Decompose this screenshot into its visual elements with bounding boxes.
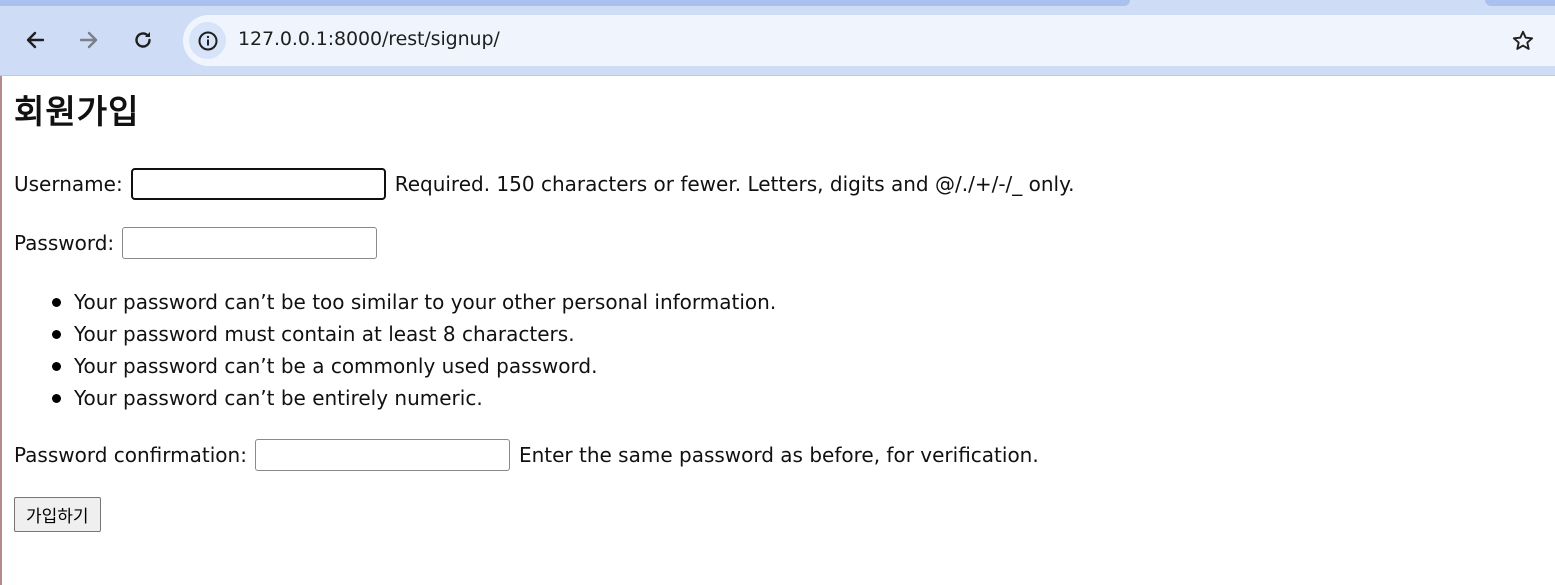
username-label: Username: — [14, 172, 123, 196]
address-bar[interactable]: 127.0.0.1:8000/rest/signup/ — [183, 15, 1555, 66]
tab-strip-edge-right — [1485, 0, 1555, 6]
page-title: 회원가입 — [14, 92, 140, 131]
password-confirmation-help-text: Enter the same password as before, for v… — [518, 443, 1039, 467]
reload-icon — [135, 32, 151, 48]
reload-button[interactable] — [125, 22, 161, 58]
username-help-text: Required. 150 characters or fewer. Lette… — [394, 172, 1075, 196]
forward-button[interactable] — [71, 22, 107, 58]
info-icon — [198, 31, 217, 50]
list-item: Your password can’t be a commonly used p… — [51, 350, 776, 382]
star-icon — [1512, 30, 1534, 50]
password-label: Password: — [14, 231, 115, 255]
tab-strip-edge — [0, 0, 1130, 6]
list-item: Your password can’t be too similar to yo… — [51, 286, 776, 318]
site-info-button[interactable] — [189, 22, 226, 59]
arrow-left-icon — [26, 31, 45, 49]
list-item: Your password can’t be entirely numeric. — [51, 382, 776, 414]
password-input[interactable] — [122, 227, 378, 259]
password-confirmation-label: Password confirmation: — [14, 443, 247, 467]
password-row: Password: — [14, 227, 378, 259]
username-row: Username: Required. 150 characters or fe… — [14, 168, 1074, 200]
password-confirmation-input[interactable] — [254, 439, 510, 471]
list-item: Your password must contain at least 8 ch… — [51, 318, 776, 350]
back-button[interactable] — [17, 22, 53, 58]
password-rules-list: Your password can’t be too similar to yo… — [14, 286, 776, 414]
username-input[interactable] — [130, 168, 386, 200]
url-text[interactable]: 127.0.0.1:8000/rest/signup/ — [238, 28, 500, 50]
arrow-right-icon — [79, 31, 98, 49]
bookmark-button[interactable] — [1508, 26, 1538, 56]
window-edge — [0, 76, 2, 585]
password-confirmation-row: Password confirmation: Enter the same pa… — [14, 439, 1039, 471]
browser-toolbar: 127.0.0.1:8000/rest/signup/ — [0, 0, 1555, 76]
signup-submit-button[interactable]: 가입하기 — [14, 497, 101, 532]
signup-page: 회원가입 Username: Required. 150 characters … — [14, 90, 1534, 532]
